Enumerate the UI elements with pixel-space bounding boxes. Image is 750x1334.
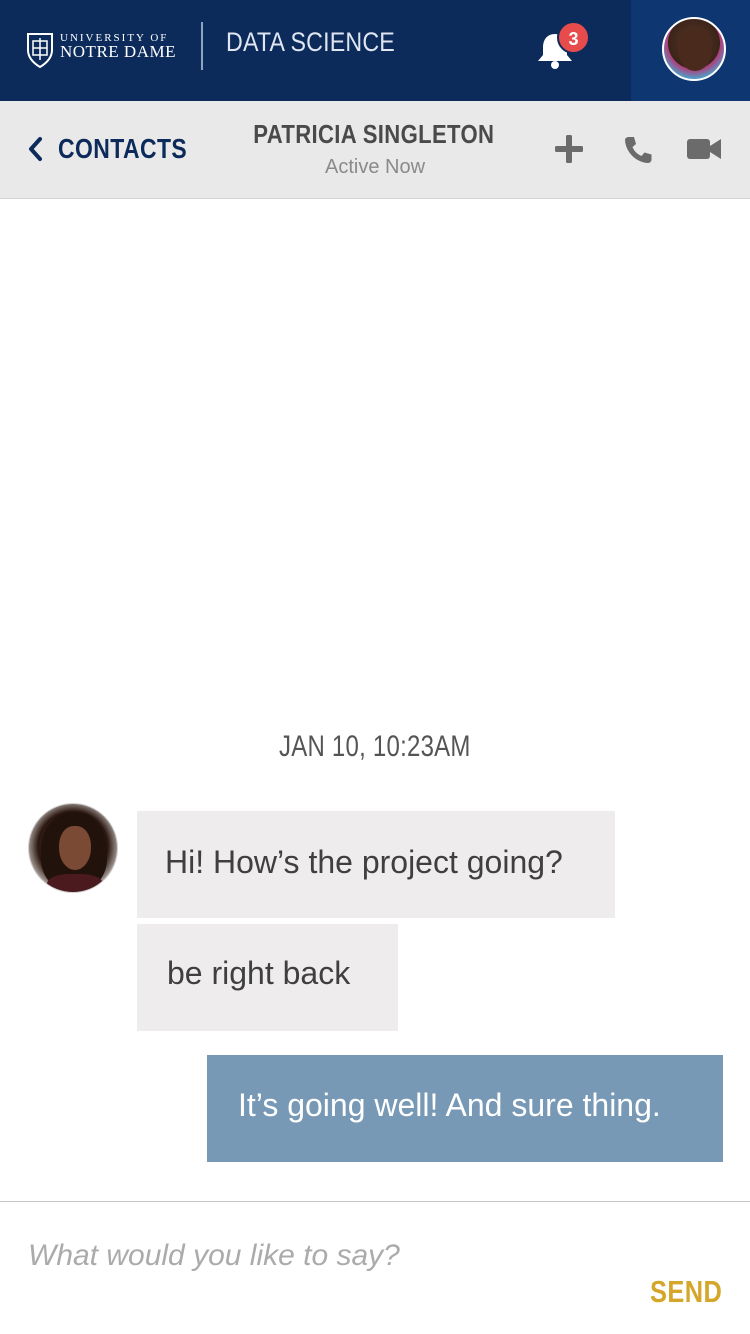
back-to-contacts-button[interactable]: CONTACTS bbox=[26, 131, 215, 167]
chevron-left-icon bbox=[29, 137, 42, 161]
university-logo[interactable]: UNIVERSITY OF NOTRE DAME bbox=[26, 28, 186, 72]
user-avatar-face bbox=[678, 29, 712, 71]
contact-name-row[interactable]: PATRICIA SINGLETON bbox=[240, 119, 510, 150]
incoming-message-bubble[interactable]: be right back bbox=[137, 924, 398, 1031]
logo-text-line2: NOTRE DAME bbox=[60, 42, 176, 61]
back-label: CONTACTS bbox=[58, 133, 188, 164]
plus-icon[interactable] bbox=[553, 133, 585, 165]
message-timestamp: JAN 10, 10:23AM bbox=[279, 730, 471, 763]
app-header: UNIVERSITY OF NOTRE DAME DATA SCIENCE 3 bbox=[0, 0, 750, 101]
logo-divider bbox=[201, 22, 203, 70]
contact-avatar-face bbox=[59, 826, 91, 870]
user-avatar-panel[interactable] bbox=[631, 0, 750, 101]
conversation-header: CONTACTS PATRICIA SINGLETON Active Now bbox=[0, 101, 750, 199]
outgoing-message-bubble[interactable]: It’s going well! And sure thing. bbox=[207, 1055, 723, 1162]
contact-status: Active Now bbox=[324, 156, 426, 178]
message-input[interactable] bbox=[28, 1234, 628, 1278]
send-button[interactable]: SEND bbox=[650, 1274, 722, 1310]
contact-name: PATRICIA SINGLETON bbox=[253, 119, 495, 149]
contact-info[interactable]: PATRICIA SINGLETON Active Now bbox=[240, 119, 510, 179]
app-title: DATA SCIENCE bbox=[226, 27, 395, 57]
phone-icon[interactable] bbox=[622, 134, 654, 166]
user-avatar[interactable] bbox=[662, 17, 726, 81]
contact-avatar-shirt bbox=[47, 874, 103, 892]
message-composer: SEND bbox=[0, 1201, 750, 1334]
shield-crest-icon bbox=[27, 33, 53, 68]
incoming-message-bubble[interactable]: Hi! How’s the project going? bbox=[137, 811, 615, 918]
video-icon[interactable] bbox=[686, 135, 722, 163]
notification-badge: 3 bbox=[557, 21, 590, 54]
contact-avatar[interactable] bbox=[28, 803, 118, 893]
